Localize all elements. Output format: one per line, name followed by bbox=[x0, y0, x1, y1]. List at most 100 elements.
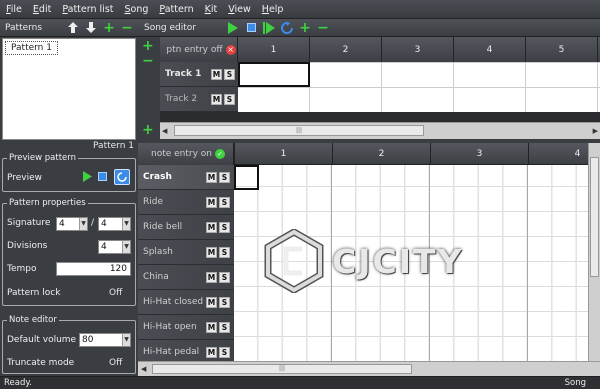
note-entry-header[interactable]: note entry on ✓ bbox=[138, 143, 234, 165]
play-from-cursor-icon[interactable] bbox=[262, 21, 276, 35]
mute-button[interactable]: M bbox=[206, 171, 217, 183]
instrument-row[interactable]: Crash M S bbox=[138, 165, 234, 190]
song-grid[interactable] bbox=[238, 62, 600, 112]
tempo-label: Tempo bbox=[7, 264, 37, 274]
tempo-input[interactable]: 120 bbox=[56, 262, 131, 276]
move-up-icon[interactable] bbox=[66, 21, 80, 35]
solo-button[interactable]: S bbox=[219, 171, 230, 183]
instrument-name: Hi-Hat pedal bbox=[143, 347, 200, 357]
move-down-icon[interactable] bbox=[84, 21, 98, 35]
mute-button[interactable]: M bbox=[206, 196, 217, 208]
track-name: Track 1 bbox=[165, 69, 202, 79]
mute-button[interactable]: M bbox=[206, 246, 217, 258]
solo-button[interactable]: S bbox=[219, 296, 230, 308]
mute-button[interactable]: M bbox=[211, 93, 222, 105]
remove-track-icon[interactable]: − bbox=[316, 21, 330, 35]
preview-loop-icon[interactable] bbox=[114, 169, 130, 185]
preview-stop-icon[interactable] bbox=[98, 172, 107, 184]
instrument-list: Crash M S Ride M S Ride bell M S Splash M S China M S H… bbox=[138, 165, 234, 365]
preview-play-icon[interactable] bbox=[83, 171, 92, 185]
signature-denominator-select[interactable]: 4 ▼ bbox=[98, 217, 131, 231]
pattern-vscrollbar[interactable] bbox=[588, 143, 600, 361]
mute-button[interactable]: M bbox=[211, 68, 222, 80]
mute-button[interactable]: M bbox=[206, 296, 217, 308]
pattern-vscroll-thumb[interactable] bbox=[590, 157, 599, 277]
song-column-header[interactable]: 2 bbox=[310, 37, 382, 62]
instrument-row[interactable]: Ride bell M S bbox=[138, 215, 234, 240]
mute-button[interactable]: M bbox=[206, 271, 217, 283]
menu-edit[interactable]: Edit bbox=[33, 4, 51, 15]
mute-button[interactable]: M bbox=[206, 221, 217, 233]
pattern-column-header[interactable]: 1 bbox=[234, 143, 332, 165]
pattern-column-header[interactable]: 3 bbox=[430, 143, 528, 165]
add-pattern-icon[interactable]: + bbox=[102, 21, 116, 35]
signature-numerator-select[interactable]: 4 ▼ bbox=[56, 217, 88, 231]
watermark-text: CJCITY bbox=[332, 241, 464, 281]
signature-numerator-value: 4 bbox=[59, 219, 65, 229]
song-column-header[interactable]: 3 bbox=[382, 37, 454, 62]
solo-button[interactable]: S bbox=[219, 196, 230, 208]
loop-icon[interactable] bbox=[280, 21, 294, 35]
menu-help[interactable]: Help bbox=[262, 4, 284, 15]
add-icon[interactable]: + bbox=[142, 39, 154, 53]
instrument-row[interactable]: Hi-Hat closed M S bbox=[138, 290, 234, 315]
menu-file[interactable]: File bbox=[6, 4, 22, 15]
solo-button[interactable]: S bbox=[224, 68, 235, 80]
instrument-name: Ride bell bbox=[143, 222, 183, 232]
solo-button[interactable]: S bbox=[219, 346, 230, 358]
scroll-right-icon[interactable]: ▶ bbox=[593, 127, 598, 135]
solo-button[interactable]: S bbox=[219, 221, 230, 233]
mute-button[interactable]: M bbox=[206, 321, 217, 333]
menu-pattern[interactable]: Pattern bbox=[159, 4, 193, 15]
instrument-name: China bbox=[143, 272, 169, 282]
pattern-columns-header: 1234 bbox=[234, 143, 588, 165]
default-volume-select[interactable]: 80 ▼ bbox=[79, 333, 131, 347]
pattern-properties-title: Pattern properties bbox=[7, 198, 88, 208]
song-scrollbar[interactable]: ◀ ||| ▶ bbox=[160, 122, 600, 139]
pattern-lock-value[interactable]: Off bbox=[109, 288, 122, 298]
add-bottom-icon[interactable]: + bbox=[142, 123, 154, 137]
instrument-row[interactable]: Ride M S bbox=[138, 190, 234, 215]
song-scroll-thumb[interactable]: ||| bbox=[174, 125, 424, 136]
note-entry-on-icon[interactable]: ✓ bbox=[215, 149, 225, 159]
solo-button[interactable]: S bbox=[219, 246, 230, 258]
menu-pattern-list[interactable]: Pattern list bbox=[62, 4, 113, 15]
pattern-column-header[interactable]: 2 bbox=[332, 143, 430, 165]
remove-icon[interactable]: − bbox=[142, 54, 154, 68]
pattern-hscrollbar[interactable]: ◀ ||| bbox=[138, 361, 600, 376]
song-track-footer bbox=[160, 112, 600, 122]
note-entry-label: note entry on bbox=[150, 149, 212, 159]
remove-pattern-icon[interactable]: − bbox=[120, 21, 134, 35]
instrument-row[interactable]: Splash M S bbox=[138, 240, 234, 265]
play-icon[interactable] bbox=[226, 21, 240, 35]
pattern-list-item[interactable]: Pattern 1 bbox=[5, 41, 58, 55]
scroll-left-icon[interactable]: ◀ bbox=[141, 365, 146, 373]
mute-button[interactable]: M bbox=[206, 346, 217, 358]
track-row[interactable]: Track 2 M S bbox=[160, 87, 238, 112]
note-editor-title: Note editor bbox=[7, 315, 59, 325]
add-track-icon[interactable]: + bbox=[298, 21, 312, 35]
song-editor-toolbar: Song editor + − bbox=[138, 19, 600, 37]
song-column-header[interactable]: 1 bbox=[238, 37, 310, 62]
solo-button[interactable]: S bbox=[219, 321, 230, 333]
instrument-name: Splash bbox=[143, 247, 173, 257]
ptn-entry-off-icon[interactable]: × bbox=[225, 44, 236, 55]
instrument-row[interactable]: Hi-Hat open M S bbox=[138, 315, 234, 340]
divisions-select[interactable]: 4 ▼ bbox=[98, 240, 131, 254]
instrument-row[interactable]: China M S bbox=[138, 265, 234, 290]
menu-bar: File Edit Pattern list Song Pattern Kit … bbox=[0, 0, 600, 19]
menu-kit[interactable]: Kit bbox=[205, 4, 218, 15]
menu-song[interactable]: Song bbox=[125, 4, 149, 15]
song-column-header[interactable]: 5 bbox=[526, 37, 598, 62]
solo-button[interactable]: S bbox=[224, 93, 235, 105]
patterns-list[interactable]: Pattern 1 bbox=[2, 38, 136, 140]
song-column-header[interactable]: 4 bbox=[454, 37, 526, 62]
solo-button[interactable]: S bbox=[219, 271, 230, 283]
stop-icon[interactable] bbox=[244, 21, 258, 35]
menu-view[interactable]: View bbox=[228, 4, 251, 15]
pattern-hscroll-thumb[interactable]: ||| bbox=[152, 364, 412, 374]
track-row[interactable]: Track 1 M S bbox=[160, 62, 238, 87]
ptn-entry-header[interactable]: ptn entry off × bbox=[160, 37, 238, 62]
scroll-left-icon[interactable]: ◀ bbox=[162, 127, 167, 135]
truncate-mode-value[interactable]: Off bbox=[109, 358, 122, 368]
